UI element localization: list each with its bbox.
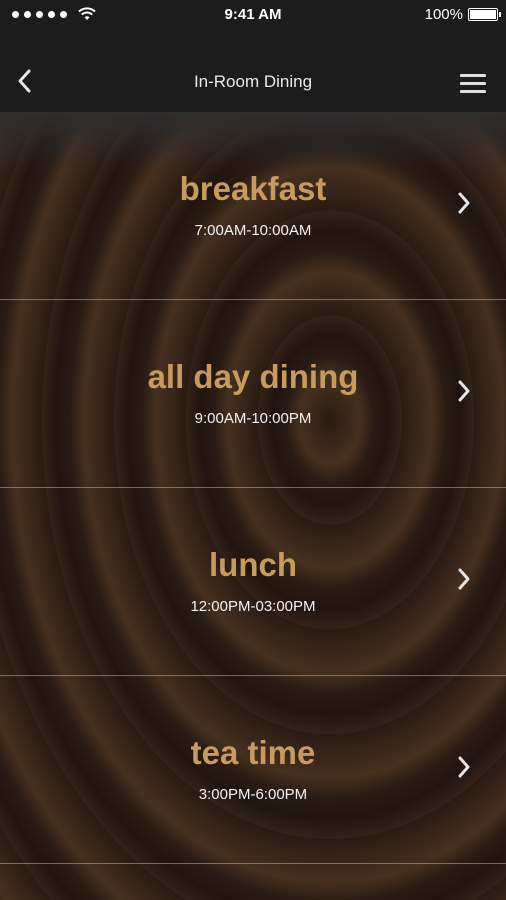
dining-menu-list: breakfast 7:00AM-10:00AM all day dining … <box>0 112 506 864</box>
battery-percent: 100% <box>424 6 463 23</box>
menu-name: lunch <box>209 546 297 583</box>
chevron-right-icon <box>458 756 470 778</box>
menu-line <box>460 82 486 85</box>
chevron-right-icon <box>458 192 470 214</box>
menu-name: all day dining <box>147 358 359 395</box>
menu-row-tea-time[interactable]: tea time 3:00PM-6:00PM <box>0 676 506 864</box>
menu-hours: 9:00AM-10:00PM <box>194 410 312 427</box>
menu-hours: 7:00AM-10:00AM <box>194 222 312 239</box>
menu-hours: 12:00PM-03:00PM <box>190 598 316 615</box>
battery-status: 100% <box>424 6 501 23</box>
hamburger-menu-icon[interactable] <box>460 74 486 94</box>
navigation-bar: In-Room Dining <box>0 30 506 112</box>
chevron-right-icon <box>458 380 470 402</box>
menu-hours: 3:00PM-6:00PM <box>198 786 308 803</box>
status-bar: 9:41 AM 100% <box>0 0 506 30</box>
menu-name: tea time <box>190 734 316 771</box>
menu-line <box>460 74 486 77</box>
page-title: In-Room Dining <box>193 72 313 91</box>
menu-name: breakfast <box>179 170 327 207</box>
battery-fill <box>470 10 496 19</box>
menu-row-breakfast[interactable]: breakfast 7:00AM-10:00AM <box>0 112 506 300</box>
menu-row-lunch[interactable]: lunch 12:00PM-03:00PM <box>0 488 506 676</box>
menu-line <box>460 90 486 93</box>
menu-row-all-day-dining[interactable]: all day dining 9:00AM-10:00PM <box>0 300 506 488</box>
battery-icon <box>468 8 501 21</box>
chevron-right-icon <box>458 568 470 590</box>
